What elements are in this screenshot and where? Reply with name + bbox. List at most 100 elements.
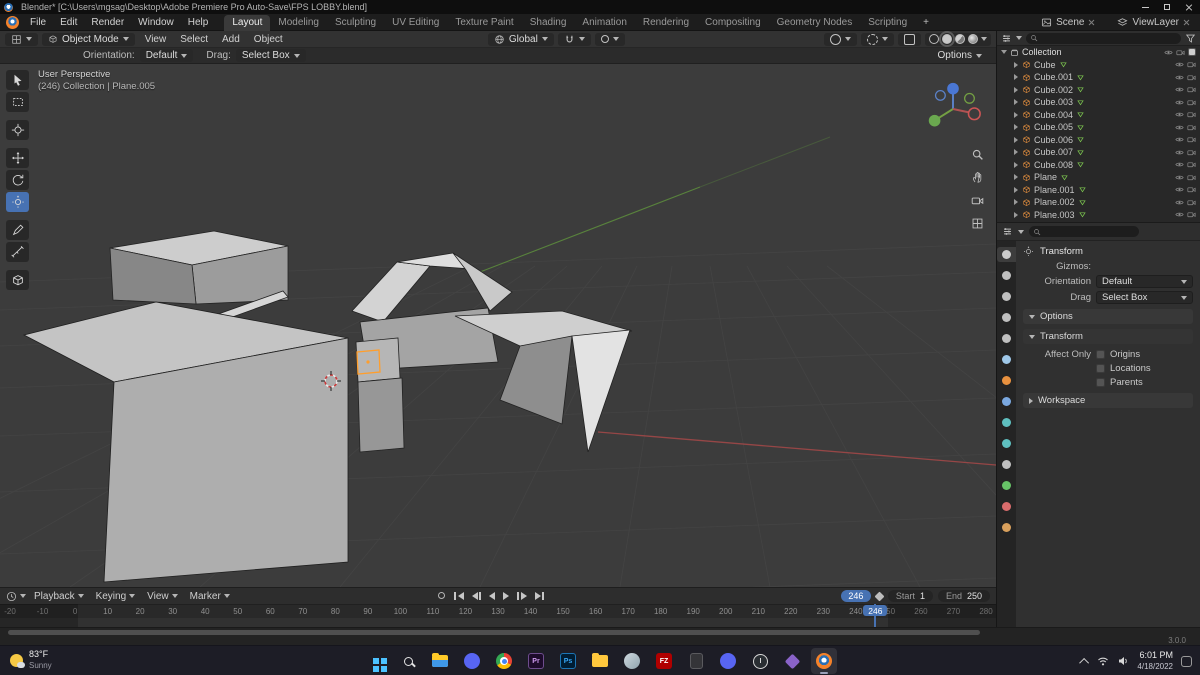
- drag-dropdown[interactable]: Select Box: [235, 49, 306, 62]
- outliner-item-plane-002[interactable]: Plane.002: [997, 196, 1200, 209]
- workspace-panel-header[interactable]: Workspace: [1023, 393, 1193, 408]
- disable-in-renders-icon[interactable]: [1187, 210, 1196, 219]
- taskbar-icon-steam[interactable]: [619, 648, 645, 674]
- outliner-item-cube-007[interactable]: Cube.007: [997, 146, 1200, 159]
- menu-file[interactable]: File: [24, 16, 52, 29]
- minimize-button[interactable]: [1134, 0, 1156, 14]
- object-name[interactable]: Plane.002: [1034, 197, 1075, 207]
- expand-icon[interactable]: [1014, 174, 1018, 181]
- rotate-tool-button[interactable]: [6, 170, 29, 190]
- properties-tab-scene[interactable]: [997, 331, 1016, 346]
- viewport-menu-object[interactable]: Object: [248, 33, 289, 46]
- playhead-frame-chip[interactable]: 246: [863, 605, 888, 616]
- disable-in-renders-icon[interactable]: [1187, 123, 1196, 132]
- properties-tab-object-data[interactable]: [997, 478, 1016, 493]
- outliner-item-cube-003[interactable]: Cube.003: [997, 96, 1200, 109]
- workspace-tab-animation[interactable]: Animation: [574, 15, 634, 31]
- workspace-tab-rendering[interactable]: Rendering: [635, 15, 697, 31]
- object-name[interactable]: Cube.001: [1034, 72, 1073, 82]
- options-panel-header[interactable]: Options: [1023, 309, 1193, 324]
- properties-tab-material[interactable]: [997, 499, 1016, 514]
- menu-render[interactable]: Render: [85, 16, 130, 29]
- workspace-tab-uv-editing[interactable]: UV Editing: [384, 15, 447, 31]
- show-gizmo-dropdown[interactable]: [824, 32, 858, 46]
- hide-in-viewport-icon[interactable]: [1175, 73, 1184, 82]
- pan-button[interactable]: [971, 171, 984, 187]
- viewport-3d[interactable]: User Perspective (246) Collection | Plan…: [0, 64, 996, 587]
- taskbar-icon-search[interactable]: [395, 648, 421, 674]
- object-name[interactable]: Cube.007: [1034, 147, 1073, 157]
- previous-keyframe-button[interactable]: [469, 589, 485, 602]
- material-preview-button[interactable]: [955, 34, 966, 44]
- hide-in-viewport-icon[interactable]: [1175, 85, 1184, 94]
- object-name[interactable]: Plane.003: [1034, 210, 1075, 220]
- workspace-tab-sculpting[interactable]: Sculpting: [327, 15, 384, 31]
- disable-in-renders-icon[interactable]: [1187, 135, 1196, 144]
- properties-tab-render[interactable]: [997, 268, 1016, 283]
- object-name[interactable]: Cube.002: [1034, 85, 1073, 95]
- notification-center-button[interactable]: [1181, 655, 1192, 667]
- jump-to-start-button[interactable]: [451, 589, 467, 602]
- outliner-item-cube[interactable]: Cube: [997, 59, 1200, 72]
- hide-in-viewport-icon[interactable]: [1175, 148, 1184, 157]
- disable-in-renders-icon[interactable]: [1187, 148, 1196, 157]
- properties-tab-tool[interactable]: [997, 247, 1016, 262]
- hide-in-viewport-icon[interactable]: [1175, 110, 1184, 119]
- frame-start-field[interactable]: Start 1: [887, 590, 933, 602]
- properties-tab-texture[interactable]: [997, 520, 1016, 535]
- camera-view-button[interactable]: [971, 194, 984, 210]
- maximize-button[interactable]: [1156, 0, 1178, 14]
- volume-icon[interactable]: [1117, 655, 1129, 667]
- tray-clock[interactable]: 6:01 PM 4/18/2022: [1137, 650, 1173, 672]
- locations-checkbox[interactable]: [1096, 364, 1105, 373]
- overlays-dropdown[interactable]: [861, 32, 895, 46]
- taskbar-icon-blender[interactable]: [811, 648, 837, 674]
- disable-in-renders-icon[interactable]: [1187, 185, 1196, 194]
- tray-expand-icon[interactable]: [1079, 657, 1090, 668]
- orientation-dropdown[interactable]: Default: [139, 49, 194, 62]
- transform-orientation-dropdown[interactable]: Global: [487, 32, 554, 46]
- props-orientation-dropdown[interactable]: Default: [1096, 275, 1193, 288]
- outliner-item-plane[interactable]: Plane: [997, 171, 1200, 184]
- expand-icon[interactable]: [1014, 86, 1018, 93]
- timeline-menu-marker[interactable]: Marker: [185, 590, 235, 603]
- disable-in-renders-icon[interactable]: [1187, 73, 1196, 82]
- snap-dropdown[interactable]: [557, 32, 591, 46]
- outliner-item-cube-006[interactable]: Cube.006: [997, 134, 1200, 147]
- workspace-tab-geometry-nodes[interactable]: Geometry Nodes: [769, 15, 861, 31]
- weather-widget[interactable]: 83°F Sunny: [10, 649, 52, 671]
- workspace-tab-texture-paint[interactable]: Texture Paint: [447, 15, 521, 31]
- properties-editor-icon[interactable]: [1002, 226, 1013, 237]
- taskbar-icon-premiere-pro[interactable]: Pr: [523, 648, 549, 674]
- expand-icon[interactable]: [1014, 161, 1018, 168]
- disable-in-renders-icon[interactable]: [1176, 48, 1185, 57]
- object-name[interactable]: Cube.003: [1034, 97, 1073, 107]
- viewport-menu-select[interactable]: Select: [174, 33, 214, 46]
- outliner-item-cube-008[interactable]: Cube.008: [997, 159, 1200, 172]
- workspace-tab-compositing[interactable]: Compositing: [697, 15, 769, 31]
- current-frame-field[interactable]: 246: [840, 590, 871, 602]
- blender-logo-icon[interactable]: [6, 15, 19, 29]
- outliner-item-plane-001[interactable]: Plane.001: [997, 184, 1200, 197]
- disable-in-renders-icon[interactable]: [1187, 98, 1196, 107]
- wireframe-shading-button[interactable]: [929, 34, 940, 44]
- hide-in-viewport-icon[interactable]: [1175, 173, 1184, 182]
- menu-window[interactable]: Window: [132, 16, 180, 29]
- navigation-gizmo[interactable]: [922, 78, 984, 143]
- object-name[interactable]: Cube: [1034, 60, 1056, 70]
- disable-in-renders-icon[interactable]: [1187, 110, 1196, 119]
- auto-keying-button[interactable]: [438, 592, 445, 599]
- outliner-item-cube-005[interactable]: Cube.005: [997, 121, 1200, 134]
- object-name[interactable]: Plane.001: [1034, 185, 1075, 195]
- move-tool-button[interactable]: [6, 148, 29, 168]
- hide-in-viewport-icon[interactable]: [1175, 210, 1184, 219]
- hide-in-viewport-icon[interactable]: [1175, 185, 1184, 194]
- outliner-item-plane-003[interactable]: Plane.003: [997, 209, 1200, 222]
- measure-tool-button[interactable]: [6, 242, 29, 262]
- outliner-search-input[interactable]: [1026, 32, 1181, 44]
- transform-panel-header[interactable]: Transform: [1023, 329, 1193, 344]
- menu-edit[interactable]: Edit: [54, 16, 83, 29]
- close-button[interactable]: [1178, 0, 1200, 14]
- hide-in-viewport-icon[interactable]: [1175, 123, 1184, 132]
- options-dropdown[interactable]: Options: [932, 49, 988, 62]
